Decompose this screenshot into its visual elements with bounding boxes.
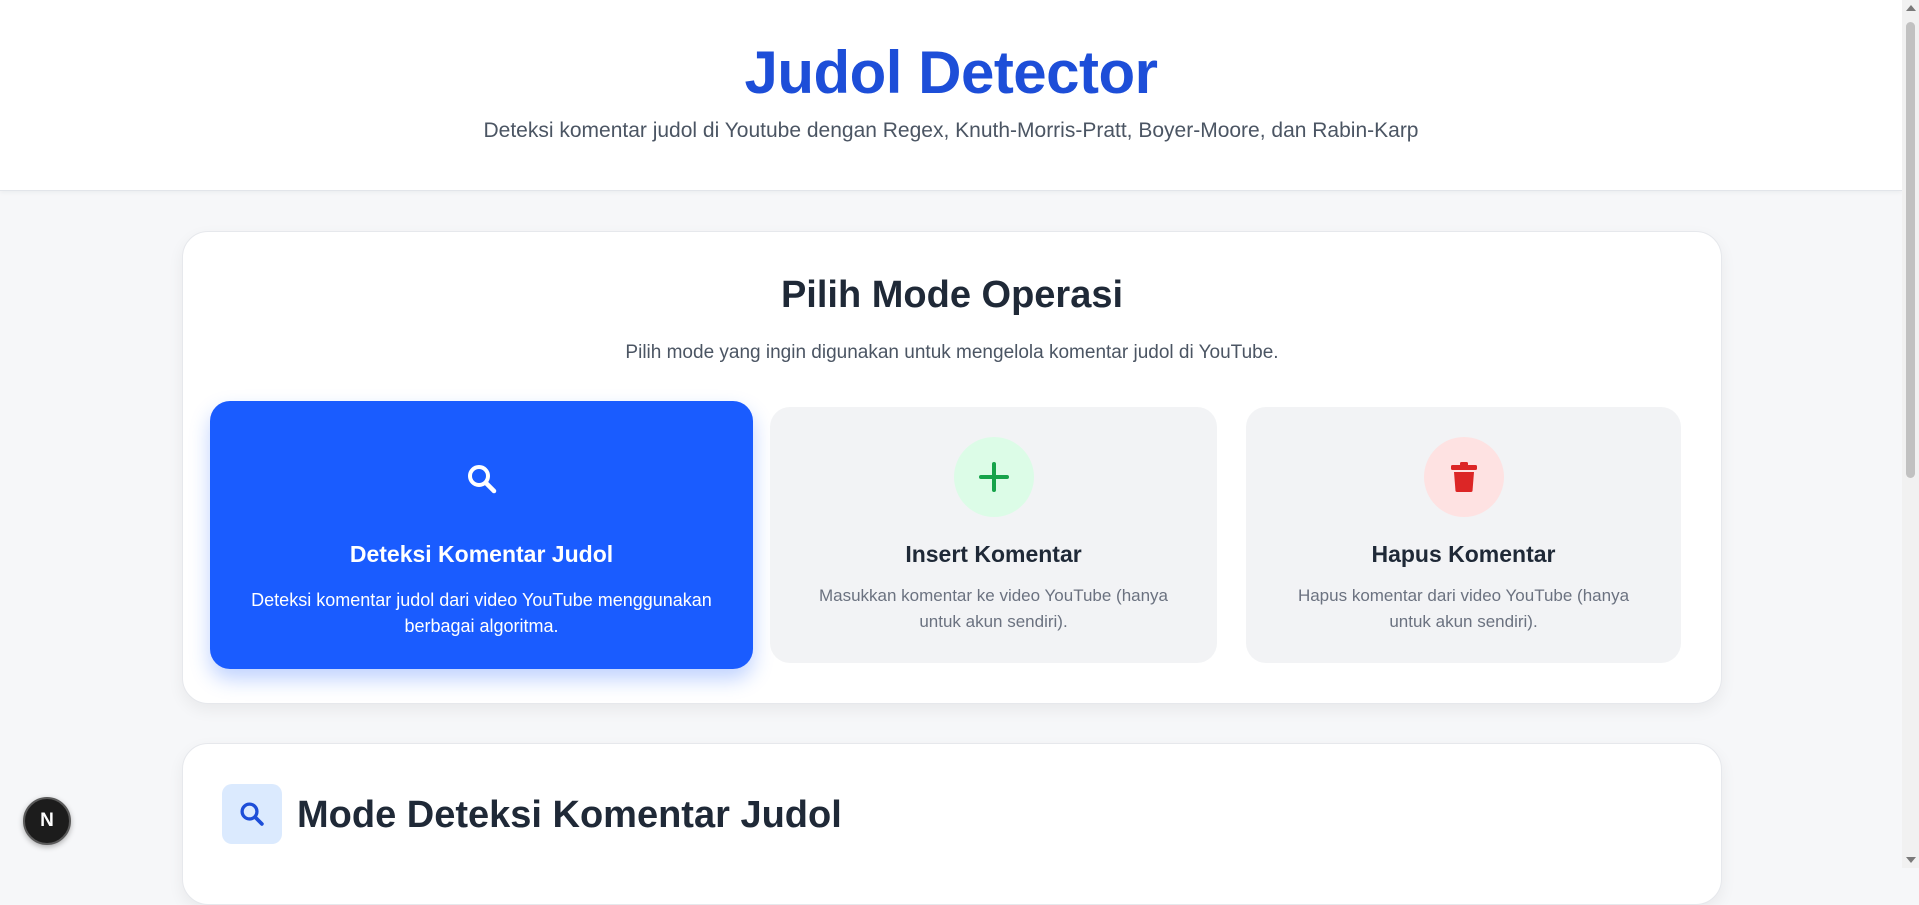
scrollbar[interactable] <box>1902 0 1919 868</box>
scroll-down-arrow-icon[interactable] <box>1906 857 1916 863</box>
mode-selection-card: Pilih Mode Operasi Pilih mode yang ingin… <box>182 231 1722 704</box>
trash-icon <box>1423 437 1504 517</box>
detection-mode-card: Mode Deteksi Komentar Judol <box>182 743 1722 905</box>
scrollbar-thumb[interactable] <box>1906 22 1915 478</box>
app-title: Judol Detector <box>744 39 1158 106</box>
detection-mode-title: Mode Deteksi Komentar Judol <box>297 794 842 836</box>
mode-section-subtitle: Pilih mode yang ingin digunakan untuk me… <box>625 342 1279 363</box>
nextjs-icon[interactable]: N <box>23 797 71 845</box>
mode-option-insert[interactable]: Insert Komentar Masukkan komentar ke vid… <box>770 407 1217 663</box>
mode-section-title: Pilih Mode Operasi <box>780 274 1124 316</box>
mode-option-description: Hapus komentar dari video YouTube (hanya… <box>1297 586 1630 631</box>
page-header: Judol Detector Deteksi komentar judol di… <box>0 0 1902 191</box>
mode-option-title: Insert Komentar <box>905 541 1082 567</box>
mode-option-title: Hapus Komentar <box>1371 541 1556 567</box>
search-icon <box>442 439 522 519</box>
scroll-up-arrow-icon[interactable] <box>1906 5 1916 11</box>
dev-badge-label: N <box>40 810 54 831</box>
app-subtitle: Deteksi komentar judol di Youtube dengan… <box>483 119 1419 142</box>
mode-option-hapus[interactable]: Hapus Komentar Hapus komentar dari video… <box>1246 407 1681 663</box>
mode-option-description: Masukkan komentar ke video YouTube (hany… <box>818 586 1169 631</box>
plus-icon <box>953 437 1034 517</box>
mode-option-description: Deteksi komentar judol dari video YouTub… <box>251 590 712 636</box>
search-icon <box>222 784 282 844</box>
mode-option-title: Deteksi Komentar Judol <box>349 541 614 567</box>
mode-option-deteksi[interactable]: Deteksi Komentar Judol Deteksi komentar … <box>210 401 753 669</box>
